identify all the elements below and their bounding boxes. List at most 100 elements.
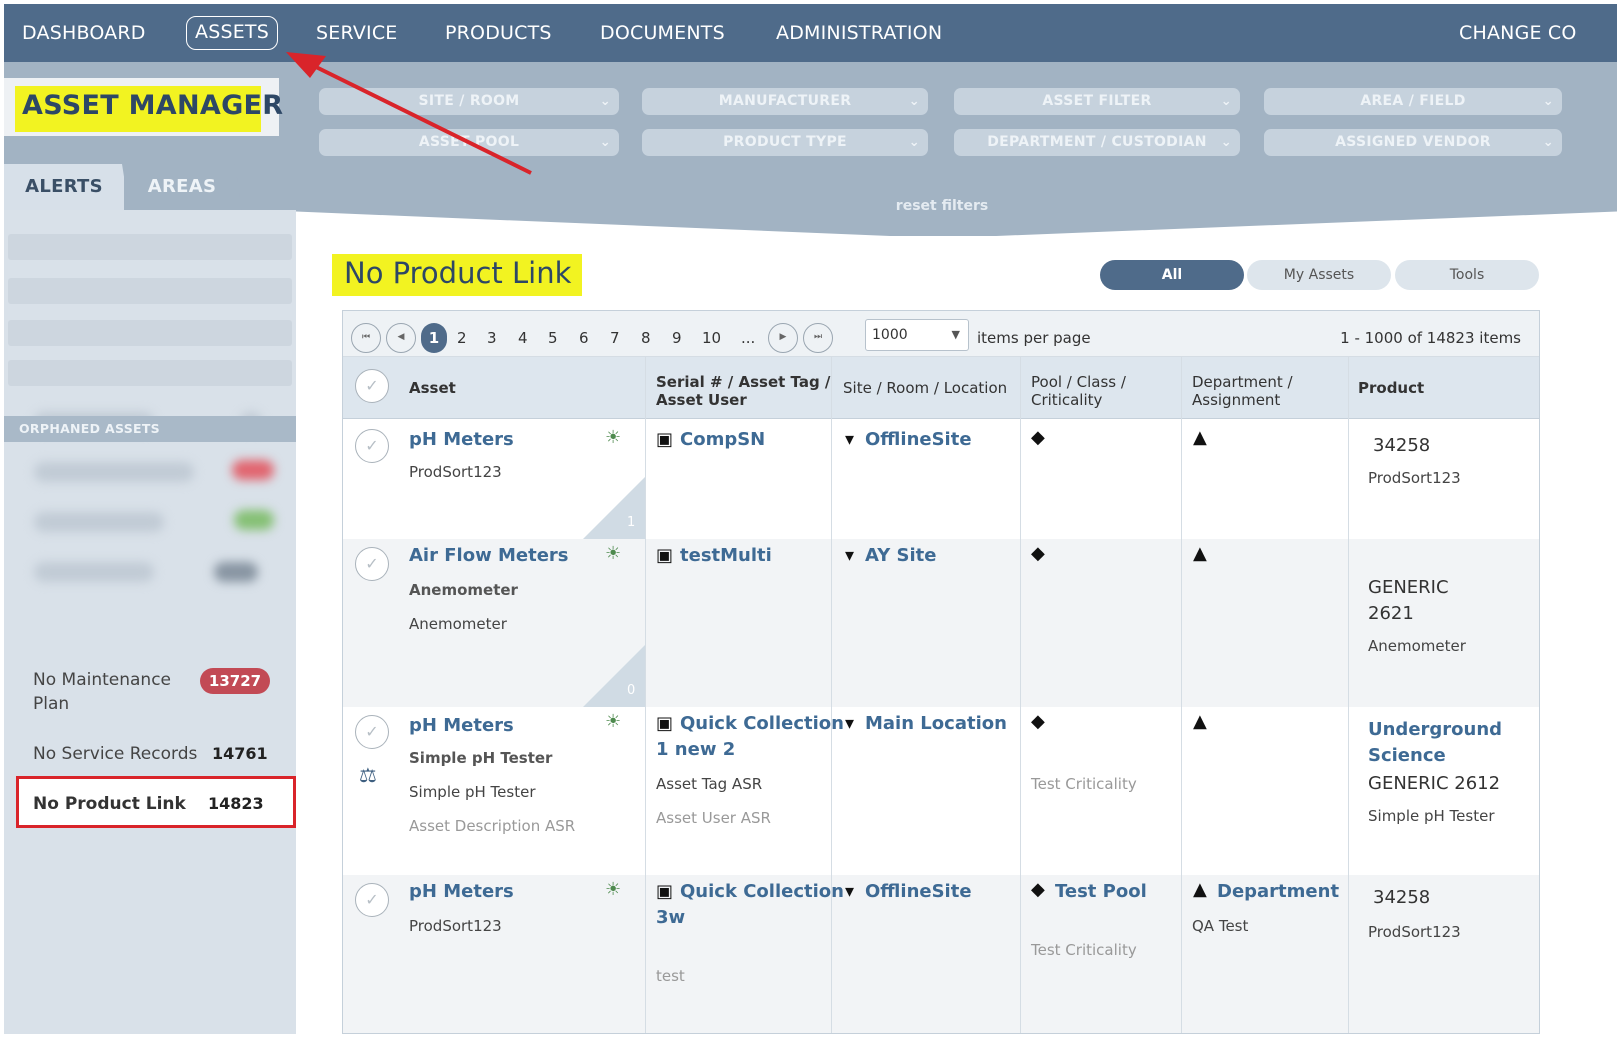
asset-name-link[interactable]: Air Flow Meters (409, 545, 569, 566)
row-checkbox[interactable]: ✓ (355, 547, 389, 581)
lightbulb-icon[interactable]: ☀ (605, 427, 621, 448)
table-row[interactable]: ✓ pH Meters ☀ ProdSort123 ▣ Quick Collec… (343, 875, 1539, 1033)
chevron-down-icon: ⌄ (908, 135, 920, 150)
page-ellipsis[interactable]: ... (741, 323, 755, 353)
page-size-select[interactable]: 1000 ▼ (865, 319, 969, 351)
filter-label: DEPARTMENT / CUSTODIAN (987, 134, 1207, 150)
no-product-link-label[interactable]: No Product Link (33, 792, 186, 816)
area-field-filter[interactable]: AREA / FIELD ⌄ (1264, 88, 1562, 115)
cube-icon: ▣ (656, 545, 674, 566)
asset-name-link[interactable]: pH Meters (409, 715, 514, 736)
asset-description: Asset Description ASR (409, 817, 576, 835)
asset-name-link[interactable]: pH Meters (409, 429, 514, 450)
prev-page-button[interactable]: ◀ (386, 323, 416, 353)
nav-administration[interactable]: ADMINISTRATION (776, 18, 942, 48)
col-site[interactable]: Site / Room / Location (843, 379, 1007, 397)
asset-grid: ⏮ ◀ 1 2 3 4 5 6 7 8 9 10 ... ▶ ⏭ 1000 ▼ i… (342, 310, 1540, 1034)
no-maintenance-label[interactable]: No Maintenance (33, 668, 171, 692)
page-title: No Product Link (344, 256, 572, 290)
page-4[interactable]: 4 (518, 323, 528, 353)
next-page-button[interactable]: ▶ (768, 323, 798, 353)
tag-icon: ◆ (1031, 879, 1045, 900)
page-5[interactable]: 5 (548, 323, 558, 353)
no-service-records-label[interactable]: No Service Records (33, 742, 197, 766)
manufacturer-filter[interactable]: MANUFACTURER ⌄ (642, 88, 928, 115)
last-page-button[interactable]: ⏭ (803, 323, 833, 353)
serial-link-2[interactable]: 1 new 2 (656, 739, 735, 760)
product-link-2[interactable]: Science (1368, 745, 1446, 766)
lightbulb-icon[interactable]: ☀ (605, 543, 621, 564)
corner-count: 1 (627, 515, 636, 530)
col-department[interactable]: Department / Assignment (1192, 373, 1293, 409)
criticality: Test Criticality (1031, 775, 1137, 793)
grid-header: ✓ Asset Serial # / Asset Tag / Asset User… (343, 357, 1539, 419)
col-asset[interactable]: Asset (409, 379, 456, 397)
tab-areas[interactable]: AREAS (122, 164, 242, 210)
serial-link[interactable]: Quick Collection (680, 881, 844, 902)
site-link[interactable]: OfflineSite (865, 429, 972, 450)
col-product[interactable]: Product (1358, 379, 1424, 397)
row-checkbox[interactable]: ✓ (355, 883, 389, 917)
filter-label: MANUFACTURER (718, 93, 852, 109)
page-9[interactable]: 9 (672, 323, 682, 353)
segment-my-assets[interactable]: My Assets (1247, 260, 1391, 290)
nav-assets[interactable]: ASSETS (186, 16, 278, 50)
no-maintenance-label-2[interactable]: Plan (33, 692, 69, 716)
nav-dashboard[interactable]: DASHBOARD (22, 18, 146, 48)
department-link[interactable]: Department (1217, 881, 1339, 902)
department-custodian-filter[interactable]: DEPARTMENT / CUSTODIAN ⌄ (954, 129, 1240, 156)
site-room-filter[interactable]: SITE / ROOM ⌄ (319, 88, 619, 115)
nav-documents[interactable]: DOCUMENTS (600, 18, 725, 48)
blurred-row (8, 234, 292, 260)
nav-change-company[interactable]: CHANGE CO (1459, 18, 1577, 48)
asset-sub-bold: Simple pH Tester (409, 749, 553, 767)
nav-service[interactable]: SERVICE (316, 18, 398, 48)
col-pool-line2: Criticality (1031, 391, 1103, 409)
tab-alerts[interactable]: ALERTS (4, 164, 124, 210)
row-checkbox[interactable]: ✓ (355, 429, 389, 463)
col-pool[interactable]: Pool / Class / Criticality (1031, 373, 1126, 409)
table-row[interactable]: ✓ ⚖ pH Meters ☀ Simple pH Tester Simple … (343, 707, 1539, 875)
serial-link[interactable]: testMulti (680, 545, 772, 566)
blurred-green-badge (234, 510, 274, 530)
pool-link[interactable]: Test Pool (1055, 881, 1147, 902)
serial-link[interactable]: Quick Collection (680, 713, 844, 734)
product-type-filter[interactable]: PRODUCT TYPE ⌄ (642, 129, 928, 156)
page-6[interactable]: 6 (579, 323, 589, 353)
lightbulb-icon[interactable]: ☀ (605, 711, 621, 732)
product-link[interactable]: Underground (1368, 719, 1502, 740)
site-link[interactable]: OfflineSite (865, 881, 972, 902)
page-8[interactable]: 8 (641, 323, 651, 353)
site-link[interactable]: AY Site (865, 545, 936, 566)
row-checkbox[interactable]: ✓ (355, 715, 389, 749)
asset-filter[interactable]: ASSET FILTER ⌄ (954, 88, 1240, 115)
first-page-button[interactable]: ⏮ (351, 323, 381, 353)
col-serial[interactable]: Serial # / Asset Tag / Asset User (656, 373, 830, 409)
serial-link[interactable]: CompSN (680, 429, 765, 450)
page-7[interactable]: 7 (610, 323, 620, 353)
table-row[interactable]: ✓ Air Flow Meters ☀ Anemometer Anemomete… (343, 539, 1539, 707)
asset-name-link[interactable]: pH Meters (409, 881, 514, 902)
page-1[interactable]: 1 (421, 323, 447, 353)
nav-products[interactable]: PRODUCTS (445, 18, 552, 48)
assigned-vendor-filter[interactable]: ASSIGNED VENDOR ⌄ (1264, 129, 1562, 156)
person-icon: ▲ (1193, 879, 1207, 900)
lightbulb-icon[interactable]: ☀ (605, 879, 621, 900)
balance-scale-icon[interactable]: ⚖ (359, 763, 377, 787)
table-row[interactable]: ✓ pH Meters ☀ ProdSort123 1 ▣ CompSN ▾ O… (343, 419, 1539, 539)
site-link[interactable]: Main Location (865, 713, 1007, 734)
segment-all[interactable]: All (1100, 260, 1244, 290)
asset-sub: Simple pH Tester (409, 783, 536, 801)
page-2[interactable]: 2 (457, 323, 467, 353)
serial-link-2[interactable]: 3w (656, 907, 685, 928)
chevron-down-icon: ⌄ (1542, 94, 1554, 109)
asset-pool-filter[interactable]: ASSET POOL ⌄ (319, 129, 619, 156)
product-code: 2621 (1368, 603, 1414, 624)
select-all-checkbox[interactable]: ✓ (355, 369, 389, 403)
page-10[interactable]: 10 (702, 323, 721, 353)
reset-filters-link[interactable]: reset filters (862, 198, 1022, 214)
page-3[interactable]: 3 (487, 323, 497, 353)
segment-tools[interactable]: Tools (1395, 260, 1539, 290)
product-type: Anemometer (1368, 637, 1466, 655)
product-sort: ProdSort123 (1368, 923, 1461, 941)
